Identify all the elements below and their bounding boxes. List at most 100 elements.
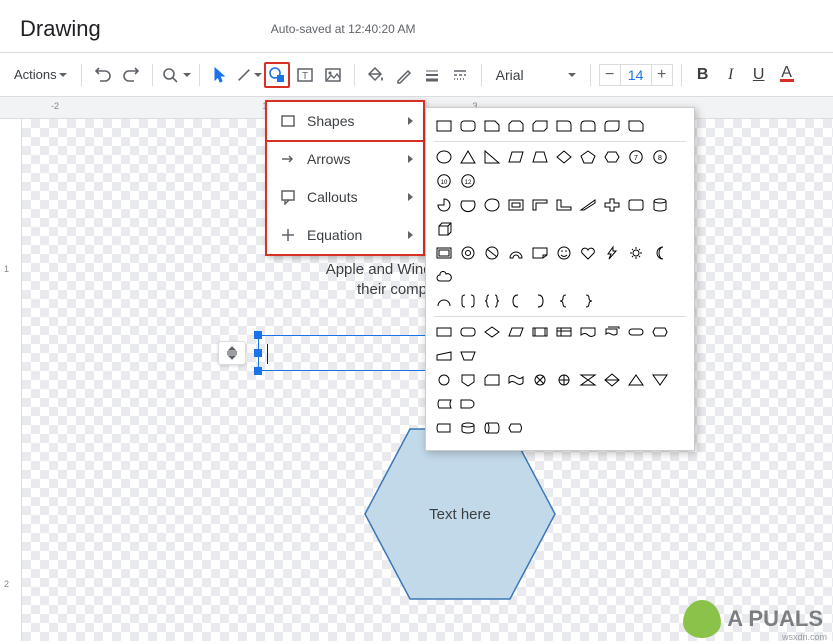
shape-rectangle[interactable] xyxy=(434,116,454,136)
border-color-button[interactable] xyxy=(391,62,417,88)
shape-half-frame[interactable] xyxy=(530,195,550,215)
shape-flow-extract[interactable] xyxy=(626,370,646,390)
shape-round-diag[interactable] xyxy=(602,116,622,136)
textbox-tool-button[interactable]: T xyxy=(292,62,318,88)
shape-flow-alt[interactable] xyxy=(458,322,478,342)
resize-handle-sw[interactable] xyxy=(254,367,262,375)
shape-flow-terminator[interactable] xyxy=(626,322,646,342)
menu-item-shapes[interactable]: Shapes xyxy=(265,100,425,142)
shape-pie[interactable] xyxy=(434,195,454,215)
shape-chord[interactable] xyxy=(458,195,478,215)
shape-flow-tape[interactable] xyxy=(506,370,526,390)
menu-item-equation[interactable]: Equation xyxy=(267,216,423,254)
shape-flow-card[interactable] xyxy=(482,370,502,390)
shape-smiley[interactable] xyxy=(554,243,574,263)
shape-teardrop[interactable] xyxy=(482,195,502,215)
menu-item-arrows[interactable]: Arrows xyxy=(267,140,423,178)
shape-triangle[interactable] xyxy=(458,147,478,167)
shape-can[interactable] xyxy=(650,195,670,215)
shape-bevel[interactable] xyxy=(434,243,454,263)
font-size-value[interactable]: 14 xyxy=(621,64,651,86)
shape-dodecagon[interactable]: 12 xyxy=(458,171,478,191)
underline-button[interactable]: U xyxy=(746,62,772,88)
italic-button[interactable]: I xyxy=(718,62,744,88)
drag-indicator[interactable] xyxy=(218,341,246,365)
select-tool-button[interactable] xyxy=(208,62,234,88)
shape-flow-delay[interactable] xyxy=(458,394,478,414)
shape-rounded-rectangle[interactable] xyxy=(458,116,478,136)
shape-folded-corner[interactable] xyxy=(530,243,550,263)
shape-moon[interactable] xyxy=(650,243,670,263)
shape-sun[interactable] xyxy=(626,243,646,263)
shape-flow-manual-op[interactable] xyxy=(458,346,478,366)
shape-flow-mag-disk[interactable] xyxy=(458,418,478,438)
shape-l[interactable] xyxy=(554,195,574,215)
shape-flow-process[interactable] xyxy=(434,322,454,342)
shape-flow-offpage[interactable] xyxy=(458,370,478,390)
shape-flow-display[interactable] xyxy=(506,418,526,438)
redo-button[interactable] xyxy=(118,62,144,88)
shape-decagon[interactable]: 10 xyxy=(434,171,454,191)
shape-heart[interactable] xyxy=(578,243,598,263)
shape-octagon[interactable]: 8 xyxy=(650,147,670,167)
shape-frame[interactable] xyxy=(506,195,526,215)
bold-button[interactable]: B xyxy=(690,62,716,88)
shape-left-brace[interactable] xyxy=(554,291,574,311)
shape-parallelogram[interactable] xyxy=(506,147,526,167)
shape-block-arc[interactable] xyxy=(506,243,526,263)
shape-snip-diag[interactable] xyxy=(530,116,550,136)
shape-flow-or[interactable] xyxy=(554,370,574,390)
shape-pentagon[interactable] xyxy=(578,147,598,167)
shape-tool-button[interactable] xyxy=(264,62,290,88)
shape-bracket[interactable] xyxy=(458,291,478,311)
undo-button[interactable] xyxy=(90,62,116,88)
shape-flow-stored[interactable] xyxy=(434,394,454,414)
shape-flow-data[interactable] xyxy=(506,322,526,342)
shape-right-bracket[interactable] xyxy=(530,291,550,311)
line-tool-button[interactable] xyxy=(236,62,262,88)
shape-flow-junction[interactable] xyxy=(530,370,550,390)
shape-heptagon[interactable]: 7 xyxy=(626,147,646,167)
shape-flow-multidoc[interactable] xyxy=(602,322,622,342)
border-weight-button[interactable] xyxy=(419,62,445,88)
shape-trapezoid[interactable] xyxy=(530,147,550,167)
actions-menu-button[interactable]: Actions xyxy=(8,63,73,86)
text-color-button[interactable]: A xyxy=(774,62,800,88)
shape-left-bracket[interactable] xyxy=(506,291,526,311)
shape-arc[interactable] xyxy=(434,291,454,311)
shape-no[interactable] xyxy=(482,243,502,263)
shape-brace[interactable] xyxy=(482,291,502,311)
image-tool-button[interactable] xyxy=(320,62,346,88)
shape-plaque[interactable] xyxy=(626,195,646,215)
shape-diag-stripe[interactable] xyxy=(578,195,598,215)
shape-cloud[interactable] xyxy=(434,267,454,287)
shape-cross[interactable] xyxy=(602,195,622,215)
resize-handle-w[interactable] xyxy=(254,349,262,357)
shape-right-triangle[interactable] xyxy=(482,147,502,167)
shape-right-brace[interactable] xyxy=(578,291,598,311)
font-family-select[interactable]: Arial xyxy=(490,65,582,85)
shape-lightning[interactable] xyxy=(602,243,622,263)
shape-cube[interactable] xyxy=(434,219,454,239)
shape-diamond[interactable] xyxy=(554,147,574,167)
shape-flow-connector[interactable] xyxy=(434,370,454,390)
shape-donut[interactable] xyxy=(458,243,478,263)
shape-flow-sort[interactable] xyxy=(602,370,622,390)
border-dash-button[interactable] xyxy=(447,62,473,88)
shape-snip-two[interactable] xyxy=(506,116,526,136)
shape-ellipse[interactable] xyxy=(434,147,454,167)
zoom-control[interactable] xyxy=(161,66,191,84)
shape-flow-merge[interactable] xyxy=(650,370,670,390)
shape-round-snip[interactable] xyxy=(626,116,646,136)
font-size-increase-button[interactable]: + xyxy=(651,64,673,86)
shape-flow-decision[interactable] xyxy=(482,322,502,342)
menu-item-callouts[interactable]: Callouts xyxy=(267,178,423,216)
hexagon-shape[interactable]: Text here xyxy=(360,424,560,604)
shape-round-one[interactable] xyxy=(554,116,574,136)
shape-flow-collate[interactable] xyxy=(578,370,598,390)
shape-hexagon[interactable] xyxy=(602,147,622,167)
shape-flow-document[interactable] xyxy=(578,322,598,342)
shape-flow-prep[interactable] xyxy=(650,322,670,342)
shape-flow-direct[interactable] xyxy=(482,418,502,438)
font-size-decrease-button[interactable]: − xyxy=(599,64,621,86)
